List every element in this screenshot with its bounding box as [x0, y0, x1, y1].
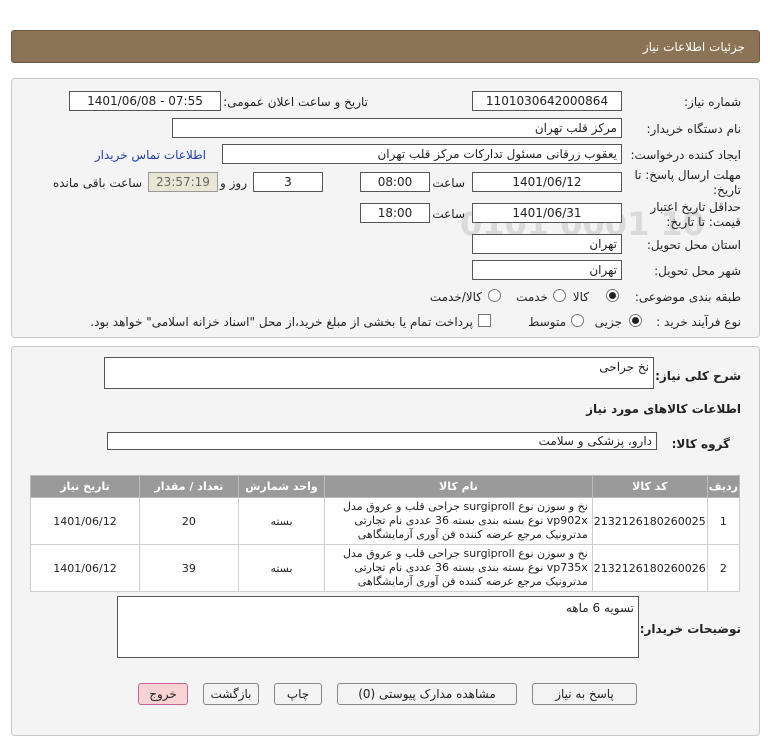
category-radio-goods[interactable] [606, 289, 619, 302]
need-number-field: 1101030642000864 [472, 91, 622, 111]
buyer-notes-label: توضیحات خریدار: [639, 622, 741, 636]
buyer-notes-field: تسویه 6 ماهه [117, 596, 639, 658]
row-code: 2132126180260025 [591, 497, 708, 545]
row-name: نخ و سوزن نوع surgiproll جراحی قلب و عرو… [324, 544, 593, 592]
purchase-process-label: نوع فرآیند خرید : [656, 315, 741, 329]
validity-date-field: 1401/06/31 [472, 203, 622, 223]
col-name: نام کالا [324, 475, 593, 498]
print-button[interactable]: چاپ [274, 683, 322, 705]
page-title: جزئیات اطلاعات نیاز [642, 40, 745, 54]
attachments-button[interactable]: مشاهده مدارک پیوستی (0) [337, 683, 517, 705]
need-description-field: نخ جراحی [104, 357, 654, 389]
announce-datetime-field: 1401/06/08 - 07:55 [69, 91, 221, 111]
announce-datetime-label: تاریخ و ساعت اعلان عمومی: [223, 95, 368, 109]
days-label: روز و [220, 176, 247, 190]
deadline-label-line2: تاریخ: [713, 183, 741, 197]
back-button[interactable]: بازگشت [203, 683, 259, 705]
row-number: 2 [706, 544, 741, 592]
request-creator-label: ایجاد کننده درخواست: [630, 148, 741, 162]
category-option-goods: کالا [572, 290, 589, 304]
time-remaining-field: 23:57:19 [148, 172, 218, 192]
goods-group-label: گروه کالا: [671, 437, 730, 451]
table-row: 1 2132126180260025 نخ و سوزن نوع surgipr… [30, 497, 741, 545]
delivery-province-field: تهران [472, 234, 622, 254]
buyer-org-field: مرکز قلب تهران [172, 118, 622, 138]
row-unit: بسته [237, 497, 326, 545]
validity-time-field: 18:00 [360, 203, 430, 223]
delivery-city-field: تهران [472, 260, 622, 280]
treasury-payment-checkbox[interactable] [478, 314, 491, 327]
row-number: 1 [706, 497, 741, 545]
process-radio-medium[interactable] [571, 314, 584, 327]
deadline-date-field: 1401/06/12 [472, 172, 622, 192]
items-table-header: ردیف کد کالا نام کالا واحد شمارش تعداد /… [30, 475, 741, 498]
col-date: تاریخ نیاز [30, 475, 140, 498]
validity-label-line1: حداقل تاریخ اعتبار [650, 200, 741, 214]
row-qty: 20 [139, 497, 239, 545]
col-code: کد کالا [591, 475, 708, 498]
delivery-city-label: شهر محل تحویل: [654, 264, 741, 278]
row-date: 1401/06/12 [30, 544, 140, 592]
need-number-label: شماره نیاز: [684, 95, 741, 109]
deadline-label-line1: مهلت ارسال پاسخ: تا [634, 168, 741, 182]
goods-group-field: دارو، پزشکی و سلامت [107, 432, 657, 450]
page-header: جزئیات اطلاعات نیاز [11, 30, 760, 63]
category-radio-goods-service[interactable] [488, 289, 501, 302]
days-remaining-field: 3 [253, 172, 323, 192]
row-unit: بسته [237, 544, 326, 592]
reply-button[interactable]: پاسخ به نیاز [532, 683, 637, 705]
row-code: 2132126180260026 [591, 544, 708, 592]
col-qty: تعداد / مقدار [139, 475, 239, 498]
items-info-title: اطلاعات کالاهای مورد نیاز [586, 402, 741, 416]
table-row: 2 2132126180260026 نخ و سوزن نوع surgipr… [30, 544, 741, 592]
row-name: نخ و سوزن نوع surgiproll جراحی قلب و عرو… [324, 497, 593, 545]
subject-category-label: طبقه بندی موضوعی: [634, 290, 741, 304]
process-option-minor: جزیی [594, 315, 622, 329]
row-date: 1401/06/12 [30, 497, 140, 545]
col-row: ردیف [706, 475, 741, 498]
validity-label-line2: قیمت: تا تاریخ: [666, 215, 741, 229]
exit-button[interactable]: خروج [138, 683, 188, 705]
process-radio-minor[interactable] [629, 314, 642, 327]
validity-time-label: ساعت [432, 207, 465, 221]
request-creator-field: یعقوب زرقانی مسئول تدارکات مرکز قلب تهرا… [222, 144, 622, 164]
category-option-goods-service: کالا/خدمت [429, 290, 482, 304]
buyer-org-label: نام دستگاه خریدار: [646, 122, 742, 136]
row-qty: 39 [139, 544, 239, 592]
treasury-payment-note: پرداخت تمام یا بخشی از مبلغ خرید،از محل … [90, 315, 473, 329]
need-description-label: شرح کلی نیاز: [655, 369, 741, 383]
buyer-contact-link[interactable]: اطلاعات تماس خریدار [95, 148, 206, 162]
delivery-province-label: استان محل تحویل: [646, 238, 741, 252]
process-option-medium: متوسط [528, 315, 566, 329]
time-remaining-label: ساعت باقی مانده [52, 176, 142, 190]
category-radio-service[interactable] [553, 289, 566, 302]
col-unit: واحد شمارش [237, 475, 326, 498]
category-option-service: خدمت [516, 290, 548, 304]
deadline-time-field: 08:00 [360, 172, 430, 192]
items-table: ردیف کد کالا نام کالا واحد شمارش تعداد /… [30, 475, 741, 592]
deadline-time-label: ساعت [432, 176, 465, 190]
